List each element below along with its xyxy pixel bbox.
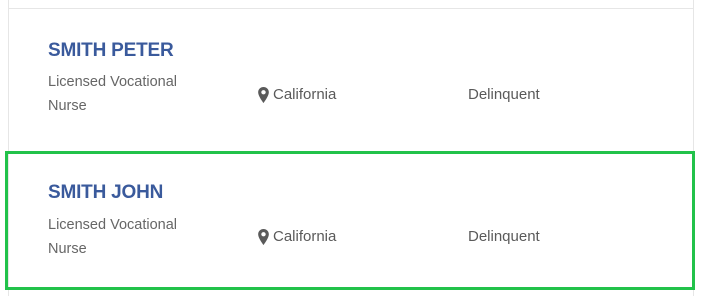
location-label: California: [273, 86, 337, 103]
result-title: Licensed Vocational Nurse: [48, 217, 177, 257]
status-label: Delinquent: [468, 86, 540, 103]
result-card-highlighted[interactable]: SMITH JOHN Licensed Vocational Nurse Cal…: [5, 151, 695, 290]
location-label: California: [273, 228, 337, 245]
map-pin-icon: [258, 86, 269, 103]
status-label: Delinquent: [468, 228, 540, 245]
result-location: California: [258, 228, 336, 245]
result-location: California: [258, 86, 336, 103]
result-title: Licensed Vocational Nurse: [48, 74, 177, 114]
result-name-link[interactable]: SMITH PETER: [48, 40, 174, 62]
result-card[interactable]: SMITH PETER Licensed Vocational Nurse Ca…: [8, 9, 694, 150]
map-pin-icon: [258, 228, 269, 245]
result-name-link[interactable]: SMITH JOHN: [48, 182, 163, 204]
